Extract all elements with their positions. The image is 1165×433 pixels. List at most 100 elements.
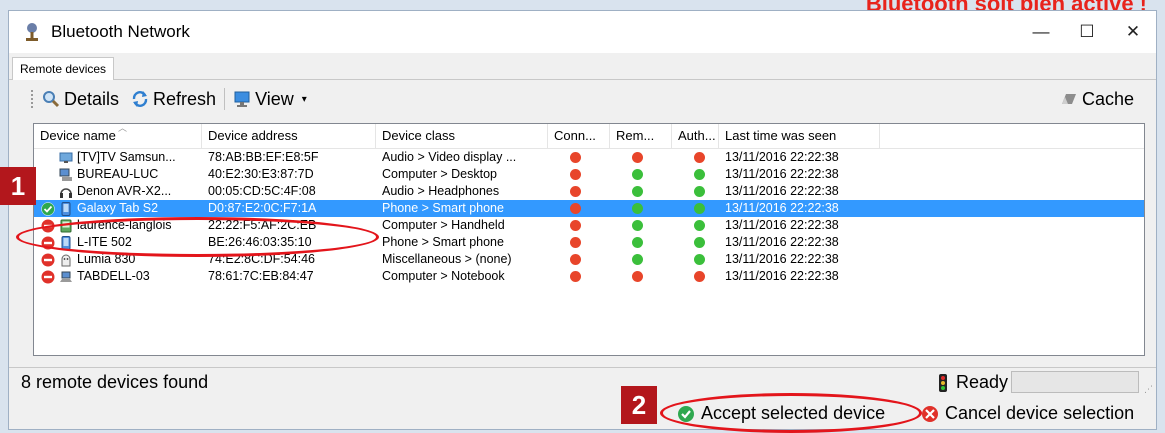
connected-cell: [548, 183, 610, 200]
annotation-badge-2: 2: [621, 386, 657, 424]
device-name-cell[interactable]: [TV]TV Samsun...: [34, 149, 202, 166]
remembered-status-dot-icon: [632, 152, 643, 163]
column-remembered[interactable]: Rem...: [610, 124, 672, 148]
device-name-cell[interactable]: TABDELL-03: [34, 268, 202, 285]
traffic-light-icon: [938, 373, 947, 392]
details-button[interactable]: Details: [36, 89, 125, 110]
remote-devices-panel: Details Refresh View ▾ Cache ︿ Device na…: [11, 81, 1154, 366]
list-body: [TV]TV Samsun... 78:AB:BB:EF:E8:5F Audio >…: [34, 149, 1144, 285]
device-list[interactable]: ︿ Device name Device address Device clas…: [33, 123, 1145, 356]
table-row[interactable]: TABDELL-03 78:61:7C:EB:84:47 Computer > No…: [34, 268, 1144, 285]
connected-cell: [548, 251, 610, 268]
authenticated-cell: [672, 200, 719, 217]
refresh-icon: [132, 91, 148, 107]
toolbar: Details Refresh View ▾ Cache: [11, 81, 1154, 117]
refresh-button[interactable]: Refresh: [125, 89, 222, 110]
ready-label: Ready: [955, 372, 1008, 392]
table-row[interactable]: [TV]TV Samsun... 78:AB:BB:EF:E8:5F Audio >…: [34, 149, 1144, 166]
close-button[interactable]: ✕: [1110, 11, 1156, 53]
connected-status-dot-icon: [570, 254, 581, 265]
table-row[interactable]: laurence-langlois 22:22:F5:AF:2C:EB Comput…: [34, 217, 1144, 234]
device-class: Audio > Headphones: [382, 184, 500, 198]
connected-cell: [548, 268, 610, 285]
column-device-address[interactable]: Device address: [202, 124, 376, 148]
remembered-status-dot-icon: [632, 271, 643, 282]
device-name-cell[interactable]: Lumia 830: [34, 251, 202, 268]
device-address: 78:61:7C:EB:84:47: [208, 269, 314, 283]
device-name-cell[interactable]: laurence-langlois: [34, 217, 202, 234]
device-class: Audio > Video display ...: [382, 150, 517, 164]
remembered-status-dot-icon: [632, 254, 643, 265]
cancel-icon: [922, 405, 938, 422]
tv-icon: [59, 151, 73, 165]
column-connected[interactable]: Conn...: [548, 124, 610, 148]
device-address: 78:AB:BB:EF:E8:5F: [208, 150, 319, 164]
sort-arrow-icon: ︿: [118, 123, 128, 133]
remembered-cell: [610, 149, 672, 166]
unknown-device-icon: [59, 253, 73, 267]
table-row[interactable]: L-ITE 502 BE:26:46:03:35:10 Phone > Smart …: [34, 234, 1144, 251]
last-seen: 13/11/2016 22:22:38: [725, 201, 839, 215]
authenticated-status-dot-icon: [694, 169, 705, 180]
table-row[interactable]: Denon AVR-X2... 00:05:CD:5C:4F:08 Audio > …: [34, 183, 1144, 200]
tab-remote-devices[interactable]: Remote devices: [12, 57, 115, 80]
table-row[interactable]: Galaxy Tab S2 D0:87:E2:0C:F7:1A Phone > Sm…: [34, 200, 1144, 217]
device-address: D0:87:E2:0C:F7:1A: [208, 201, 317, 215]
tab-strip: Remote devices: [9, 53, 1156, 80]
remembered-cell: [610, 268, 672, 285]
view-dropdown[interactable]: View ▾: [227, 89, 313, 110]
minimize-button[interactable]: —: [1018, 11, 1064, 53]
connected-cell: [548, 200, 610, 217]
headphones-icon: [59, 185, 73, 199]
connected-status-dot-icon: [570, 237, 581, 248]
device-name: Galaxy Tab S2: [77, 201, 159, 215]
device-name-cell[interactable]: BUREAU-LUC: [34, 166, 202, 183]
remembered-cell: [610, 166, 672, 183]
column-last-seen[interactable]: Last time was seen: [719, 124, 880, 148]
chevron-down-icon: ▾: [301, 93, 307, 105]
last-seen: 13/11/2016 22:22:38: [725, 252, 839, 266]
authenticated-status-dot-icon: [694, 271, 705, 282]
device-name: Denon AVR-X2...: [77, 184, 172, 198]
authenticated-status-dot-icon: [694, 237, 705, 248]
check-status-icon: [41, 201, 55, 216]
column-device-class[interactable]: Device class: [376, 124, 548, 148]
table-row[interactable]: BUREAU-LUC 40:E2:30:E3:87:7D Computer > De…: [34, 166, 1144, 183]
cache-button[interactable]: Cache: [1054, 81, 1140, 117]
refresh-label: Refresh: [153, 88, 217, 109]
device-name: TABDELL-03: [77, 269, 150, 283]
connected-status-dot-icon: [570, 169, 581, 180]
remembered-cell: [610, 217, 672, 234]
title-bar: Bluetooth Network — ☐ ✕: [9, 11, 1156, 53]
remembered-cell: [610, 183, 672, 200]
connected-cell: [548, 166, 610, 183]
authenticated-status-dot-icon: [694, 152, 705, 163]
device-name-cell[interactable]: Galaxy Tab S2: [34, 200, 202, 217]
resize-grip-icon[interactable]: ⋰: [1144, 384, 1153, 395]
device-name: Lumia 830: [77, 252, 136, 266]
device-name-cell[interactable]: L-ITE 502: [34, 234, 202, 251]
column-authenticated[interactable]: Auth...: [672, 124, 719, 148]
accept-device-button[interactable]: Accept selected device: [677, 403, 885, 424]
eraser-icon: [1061, 94, 1076, 104]
device-name: laurence-langlois: [77, 218, 172, 232]
bluetooth-network-window: Bluetooth Network — ☐ ✕ Remote devices D…: [8, 10, 1157, 430]
laptop-icon: [59, 270, 73, 284]
device-address: 74:E2:8C:DF:54:46: [208, 252, 316, 266]
remembered-status-dot-icon: [632, 220, 643, 231]
device-name-cell[interactable]: Denon AVR-X2...: [34, 183, 202, 200]
remembered-status-dot-icon: [632, 169, 643, 180]
device-address: BE:26:46:03:35:10: [208, 235, 312, 249]
table-row[interactable]: Lumia 830 74:E2:8C:DF:54:46 Miscellaneous …: [34, 251, 1144, 268]
status-bar: 8 remote devices found Ready ⋰: [9, 367, 1156, 398]
cancel-selection-button[interactable]: Cancel device selection: [921, 403, 1134, 424]
bluetooth-network-icon: [23, 22, 41, 42]
device-class: Phone > Smart phone: [382, 201, 504, 215]
authenticated-cell: [672, 149, 719, 166]
status-icon: [41, 151, 55, 165]
maximize-button[interactable]: ☐: [1064, 11, 1110, 53]
monitor-icon: [234, 91, 250, 107]
authenticated-status-dot-icon: [694, 220, 705, 231]
authenticated-status-dot-icon: [694, 186, 705, 197]
authenticated-status-dot-icon: [694, 203, 705, 214]
